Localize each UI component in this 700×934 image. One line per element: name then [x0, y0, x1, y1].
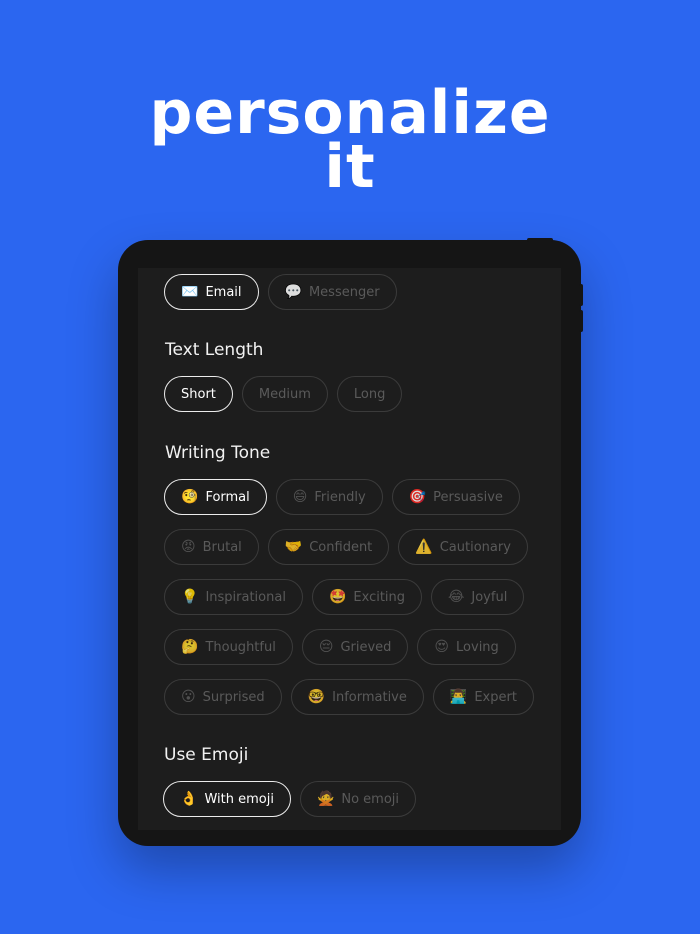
use-emoji-options: 👌 With emoji 🙅 No emoji	[163, 781, 417, 817]
tone-option-expert[interactable]: 👨‍💻 Expert	[432, 679, 534, 715]
handshake-icon: 🤝	[284, 539, 303, 555]
chip-label: Persuasive	[433, 489, 503, 505]
headline-line-2: it	[324, 132, 376, 202]
headline: personalize it	[0, 83, 700, 202]
tone-option-confident[interactable]: 🤝 Confident	[267, 529, 390, 565]
chip-label: Formal	[205, 489, 250, 505]
light-bulb-icon: 💡	[181, 589, 199, 605]
chip-label: Confident	[309, 539, 373, 555]
ok-hand-icon: 👌	[180, 791, 198, 807]
tone-option-grieved[interactable]: 😔 Grieved	[301, 629, 409, 665]
tone-option-friendly[interactable]: 😄 Friendly	[275, 479, 383, 515]
tone-option-thoughtful[interactable]: 🤔 Thoughtful	[164, 629, 293, 665]
chip-label: Informative	[332, 689, 407, 705]
chip-label: No emoji	[341, 791, 400, 807]
monocle-face-icon: 🧐	[181, 489, 199, 505]
device-top-button	[527, 238, 553, 242]
device-volume-up-button	[579, 284, 583, 306]
tone-option-exciting[interactable]: 🤩 Exciting	[311, 579, 423, 615]
tone-option-persuasive[interactable]: 🎯 Persuasive	[391, 479, 520, 515]
tone-option-brutal[interactable]: 😡 Brutal	[164, 529, 259, 565]
tone-option-inspirational[interactable]: 💡 Inspirational	[164, 579, 303, 615]
chip-label: Email	[205, 284, 242, 300]
channel-option-email[interactable]: ✉️ Email	[164, 274, 259, 310]
angry-face-icon: 😡	[181, 539, 196, 555]
envelope-icon: ✉️	[181, 284, 199, 300]
chip-label: Messenger	[308, 284, 380, 300]
emoji-option-without[interactable]: 🙅 No emoji	[299, 781, 417, 817]
chip-label: Expert	[474, 689, 517, 705]
length-option-short[interactable]: Short	[164, 376, 233, 412]
tone-option-formal[interactable]: 🧐 Formal	[164, 479, 267, 515]
device-volume-down-button	[579, 310, 583, 332]
chip-label: Medium	[258, 386, 311, 402]
chip-label: Exciting	[353, 589, 406, 605]
warning-icon: ⚠️	[415, 539, 433, 555]
speech-bubble-icon: 💬	[284, 284, 302, 300]
nerd-face-icon: 🤓	[307, 689, 326, 705]
target-icon: 🎯	[408, 489, 427, 505]
tablet-device: ✉️ Email 💬 Messenger Text Length Short M…	[118, 238, 583, 846]
tears-of-joy-icon: 😂	[448, 589, 465, 605]
technologist-icon: 👨‍💻	[449, 689, 468, 705]
tone-row-2: 😡 Brutal 🤝 Confident ⚠️ Cautionary	[164, 529, 528, 565]
thinking-face-icon: 🤔	[181, 639, 199, 655]
pensive-face-icon: 😔	[318, 639, 334, 655]
text-length-options: Short Medium Long	[164, 376, 403, 412]
chip-label: Short	[181, 386, 216, 402]
tone-row-5: 😮 Surprised 🤓 Informative 👨‍💻 Expert	[164, 679, 534, 715]
tone-option-joyful[interactable]: 😂 Joyful	[431, 579, 525, 615]
chip-label: Friendly	[314, 489, 366, 505]
tone-option-cautionary[interactable]: ⚠️ Cautionary	[398, 529, 528, 565]
chip-label: With emoji	[204, 791, 274, 807]
writing-tone-title: Writing Tone	[165, 443, 271, 463]
chip-label: Thoughtful	[205, 639, 276, 655]
chip-label: Loving	[456, 639, 499, 655]
text-length-title: Text Length	[165, 340, 264, 360]
tone-option-informative[interactable]: 🤓 Informative	[290, 679, 424, 715]
grinning-face-icon: 😄	[292, 489, 308, 505]
chip-label: Cautionary	[439, 539, 511, 555]
chip-label: Brutal	[202, 539, 242, 555]
tone-option-loving[interactable]: 😍 Loving	[417, 629, 516, 665]
heart-eyes-icon: 😍	[434, 639, 450, 655]
star-struck-icon: 🤩	[328, 589, 347, 605]
surprised-face-icon: 😮	[181, 689, 196, 705]
emoji-option-with[interactable]: 👌 With emoji	[163, 781, 291, 817]
tone-row-1: 🧐 Formal 😄 Friendly 🎯 Persuasive	[164, 479, 520, 515]
no-gesture-icon: 🙅	[316, 791, 335, 807]
use-emoji-title: Use Emoji	[164, 745, 249, 765]
channel-option-messenger[interactable]: 💬 Messenger	[267, 274, 397, 310]
chip-label: Grieved	[340, 639, 392, 655]
chip-label: Surprised	[202, 689, 265, 705]
length-option-long[interactable]: Long	[336, 376, 403, 412]
length-option-medium[interactable]: Medium	[241, 376, 328, 412]
chip-label: Inspirational	[205, 589, 286, 605]
tone-row-3: 💡 Inspirational 🤩 Exciting 😂 Joyful	[164, 579, 525, 615]
tone-row-4: 🤔 Thoughtful 😔 Grieved 😍 Loving	[164, 629, 516, 665]
channel-selector: ✉️ Email 💬 Messenger	[164, 274, 397, 310]
tone-option-surprised[interactable]: 😮 Surprised	[164, 679, 282, 715]
chip-label: Long	[353, 386, 386, 402]
chip-label: Joyful	[471, 589, 508, 605]
settings-screen: ✉️ Email 💬 Messenger Text Length Short M…	[138, 268, 561, 830]
